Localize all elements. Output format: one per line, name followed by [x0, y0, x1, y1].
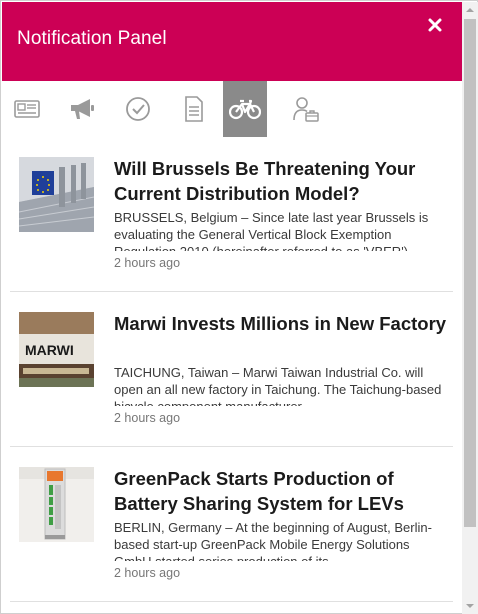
- notification-timestamp: 2 hours ago: [114, 566, 181, 580]
- notification-title[interactable]: Marwi Invests Millions in New Factory: [114, 311, 449, 336]
- checkmark-circle-icon: [125, 96, 151, 122]
- notification-excerpt: BERLIN, Germany – At the beginning of Au…: [114, 520, 432, 561]
- thumbnail-battery-station: [19, 467, 94, 542]
- document-icon: [184, 96, 204, 122]
- tab-account[interactable]: [284, 81, 328, 137]
- tab-tasks[interactable]: [116, 81, 160, 137]
- scroll-down-arrow-icon[interactable]: [462, 598, 478, 614]
- newspaper-icon: [14, 99, 40, 119]
- tab-news[interactable]: [5, 81, 49, 137]
- tab-documents[interactable]: [172, 81, 216, 137]
- thumbnail-eu-building: [19, 157, 94, 232]
- notification-title[interactable]: GreenPack Starts Production of Battery S…: [114, 466, 449, 516]
- category-tabs: [2, 81, 462, 137]
- user-briefcase-icon: [292, 95, 320, 123]
- list-item[interactable]: Will Brussels Be Threatening Your Curren…: [10, 137, 453, 292]
- notification-timestamp: 2 hours ago: [114, 411, 181, 425]
- tab-announcements[interactable]: [60, 81, 104, 137]
- notification-timestamp: 2 hours ago: [114, 256, 181, 270]
- megaphone-icon: [68, 97, 96, 121]
- scrollbar-thumb[interactable]: [464, 19, 476, 527]
- notification-title[interactable]: Will Brussels Be Threatening Your Curren…: [114, 156, 449, 206]
- bicycle-icon: [229, 98, 261, 120]
- list-item[interactable]: GreenPack Starts Production of Battery S…: [10, 447, 453, 602]
- panel-title: Notification Panel: [17, 28, 167, 49]
- notification-excerpt: BRUSSELS, Belgium – Since late last year…: [114, 210, 429, 251]
- tab-bicycle[interactable]: [223, 81, 267, 137]
- thumbnail-marwi-factory: MARWI: [19, 312, 94, 387]
- marwi-sign-text: MARWI: [25, 342, 74, 358]
- close-icon[interactable]: [424, 14, 446, 36]
- list-item[interactable]: MARWI Marwi Invests Millions in New Fact…: [10, 292, 453, 447]
- notification-list: Will Brussels Be Threatening Your Curren…: [2, 137, 462, 614]
- panel-header: Notification Panel: [2, 2, 462, 81]
- notification-panel: Notification Panel Will Brussels Be Thre…: [0, 0, 478, 614]
- scroll-up-arrow-icon[interactable]: [462, 2, 478, 18]
- scrollbar[interactable]: [462, 2, 478, 614]
- notification-excerpt: TAICHUNG, Taiwan – Marwi Taiwan Industri…: [114, 365, 442, 406]
